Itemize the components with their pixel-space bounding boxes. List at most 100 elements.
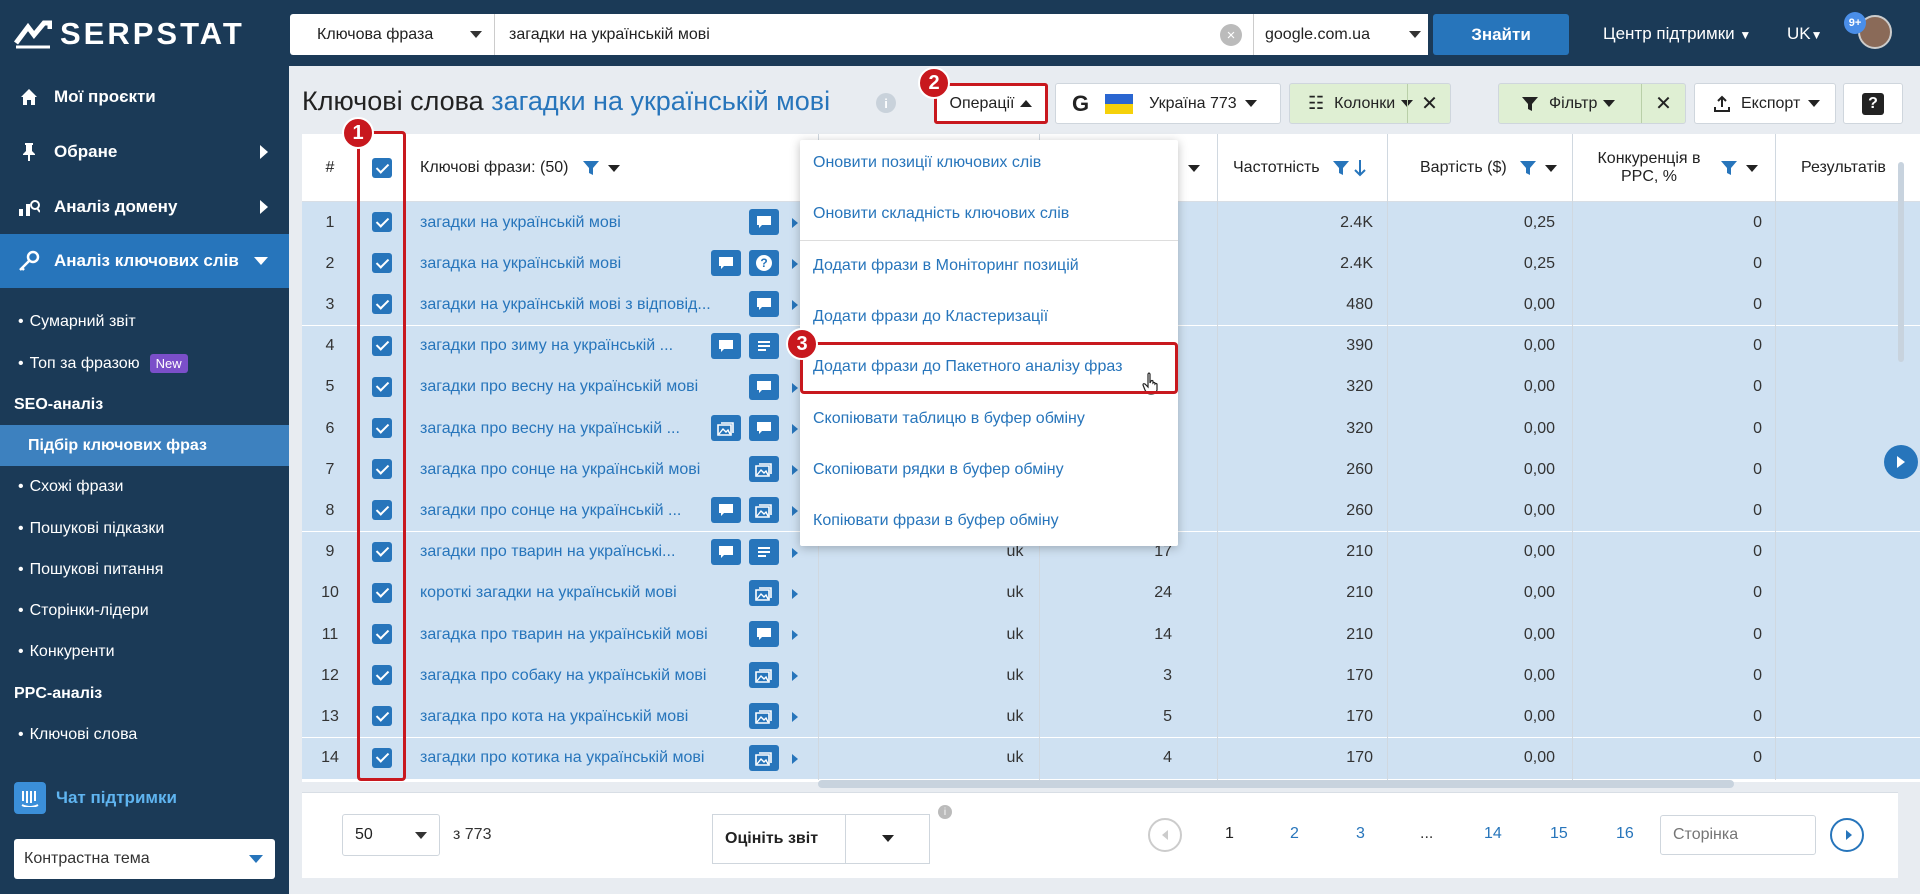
expand-arrow-icon[interactable] bbox=[792, 300, 798, 311]
sidebar-item-questions[interactable]: • Пошукові питання bbox=[0, 549, 289, 590]
next-page-button[interactable] bbox=[1830, 818, 1864, 852]
col-competition-controls[interactable] bbox=[1720, 134, 1758, 202]
page-3[interactable]: 3 bbox=[1356, 825, 1365, 843]
menu-item-copy-phrases[interactable]: Копіювати фрази в буфер обміну bbox=[813, 509, 1059, 533]
filter-icon[interactable] bbox=[582, 159, 600, 177]
sidebar-item-suggestions[interactable]: • Пошукові підказки bbox=[0, 508, 289, 549]
list-icon[interactable] bbox=[749, 538, 779, 565]
expand-arrow-icon[interactable] bbox=[792, 424, 798, 434]
sidebar-item-similar[interactable]: • Схожі фрази bbox=[0, 466, 289, 507]
expand-arrow-icon[interactable] bbox=[792, 588, 798, 599]
sidebar-item-projects[interactable]: Мої проєкти bbox=[0, 69, 289, 124]
col-results-header[interactable]: Результатів bbox=[1801, 134, 1886, 202]
filter-icon[interactable] bbox=[1519, 159, 1537, 177]
page-15[interactable]: 15 bbox=[1550, 825, 1568, 843]
keyword-link[interactable]: загадки про тварин на українські... bbox=[420, 532, 675, 573]
menu-item-update-positions[interactable]: Оновити позиції ключових слів bbox=[813, 151, 1041, 175]
sidebar-item-domain-analysis[interactable]: Аналіз домену bbox=[0, 179, 289, 234]
close-icon[interactable]: ✕ bbox=[1641, 84, 1685, 123]
keyword-link[interactable]: загадка про тварин на українській мові bbox=[420, 614, 708, 655]
col-difficulty-controls[interactable] bbox=[1174, 134, 1204, 202]
serp-feature-chat-icon[interactable] bbox=[749, 373, 779, 400]
col-cost-header[interactable]: Вартість ($) bbox=[1420, 134, 1557, 202]
question-icon[interactable]: ? bbox=[749, 250, 779, 277]
sort-icon[interactable] bbox=[1188, 164, 1200, 172]
clear-icon[interactable]: × bbox=[1220, 24, 1242, 46]
serp-feature-chat-icon[interactable] bbox=[711, 497, 741, 524]
filter-button[interactable]: Фільтр ✕ bbox=[1498, 83, 1686, 124]
expand-arrow-icon[interactable] bbox=[792, 259, 798, 270]
page-2[interactable]: 2 bbox=[1290, 825, 1299, 843]
expand-arrow-icon[interactable] bbox=[792, 630, 798, 640]
col-frequency-header[interactable]: Частотність bbox=[1233, 134, 1366, 202]
serp-feature-chat-icon[interactable] bbox=[749, 209, 779, 235]
page-16[interactable]: 16 bbox=[1616, 825, 1634, 843]
keyword-link[interactable]: короткі загадки на українській мові bbox=[420, 573, 677, 614]
keyword-link[interactable]: загадка про кота на українській мові bbox=[420, 696, 688, 737]
serp-feature-chat-icon[interactable] bbox=[749, 415, 779, 441]
close-icon[interactable]: ✕ bbox=[1407, 84, 1451, 123]
rate-select[interactable] bbox=[845, 815, 931, 863]
keyword-link[interactable]: загадки на українській мові bbox=[420, 202, 621, 243]
sidebar-item-keyword-selection[interactable]: Підбір ключових фраз bbox=[0, 425, 289, 466]
region-select[interactable]: G Україна 773 bbox=[1055, 83, 1281, 124]
expand-arrow-icon[interactable] bbox=[792, 712, 798, 723]
theme-select[interactable]: Контрастна тема bbox=[14, 839, 275, 879]
sort-icon[interactable] bbox=[1746, 164, 1758, 172]
menu-item-add-to-clustering[interactable]: Додати фрази до Кластеризації bbox=[813, 305, 1048, 329]
sidebar-item-keyword-analysis[interactable]: Аналіз ключових слів bbox=[0, 234, 289, 288]
keyword-link[interactable]: загадки про сонце на українській ... bbox=[420, 490, 681, 531]
col-keyword-header[interactable]: Ключові фрази: (50) bbox=[420, 134, 621, 202]
keyword-link[interactable]: загадки про котика на українській мові bbox=[420, 738, 704, 779]
sidebar-item-summary[interactable]: • Сумарний звіт bbox=[0, 301, 289, 342]
sidebar-item-competitors[interactable]: • Конкуренти bbox=[0, 631, 289, 672]
menu-item-copy-rows[interactable]: Скопіювати рядки в буфер обміну bbox=[813, 458, 1064, 482]
sort-icon[interactable] bbox=[608, 164, 621, 172]
keyword-link[interactable]: загадка про сонце на українській мові bbox=[420, 449, 700, 490]
sidebar-item-top-by-phrase[interactable]: • Топ за фразою New bbox=[0, 343, 289, 384]
image-icon[interactable] bbox=[749, 497, 779, 524]
search-input[interactable] bbox=[495, 14, 1253, 55]
sort-desc-icon[interactable] bbox=[1353, 159, 1366, 177]
support-center-menu[interactable]: Центр підтримки ▼ bbox=[1603, 24, 1751, 44]
page-input[interactable] bbox=[1660, 815, 1816, 855]
image-icon[interactable] bbox=[749, 703, 779, 730]
horizontal-scrollbar[interactable] bbox=[818, 780, 1734, 788]
expand-arrow-icon[interactable] bbox=[792, 218, 798, 228]
expand-arrow-icon[interactable] bbox=[792, 506, 798, 517]
scroll-right-button[interactable] bbox=[1884, 445, 1918, 479]
export-button[interactable]: Експорт bbox=[1694, 83, 1836, 124]
sidebar-item-top-pages[interactable]: • Сторінки-лідери bbox=[0, 590, 289, 631]
keyword-link[interactable]: загадки про весну на українській мові bbox=[420, 367, 698, 408]
page-1[interactable]: 1 bbox=[1225, 825, 1234, 843]
expand-arrow-icon[interactable] bbox=[792, 671, 798, 682]
image-icon[interactable] bbox=[749, 662, 779, 689]
image-icon[interactable] bbox=[711, 415, 741, 441]
operations-button[interactable]: Операції bbox=[934, 83, 1048, 124]
sort-icon[interactable] bbox=[1544, 164, 1557, 172]
filter-icon[interactable] bbox=[1720, 159, 1738, 177]
find-button[interactable]: Знайти bbox=[1433, 14, 1569, 55]
serp-feature-chat-icon[interactable] bbox=[711, 538, 741, 565]
expand-arrow-icon[interactable] bbox=[792, 753, 798, 764]
menu-item-copy-table[interactable]: Скопіювати таблицю в буфер обміну bbox=[813, 407, 1085, 431]
sidebar-item-ppc-keywords[interactable]: • Ключові слова bbox=[0, 714, 289, 755]
keyword-link[interactable]: загадка про весну на українській ... bbox=[420, 408, 680, 449]
expand-arrow-icon[interactable] bbox=[792, 547, 798, 558]
help-button[interactable]: ? bbox=[1843, 83, 1903, 124]
image-icon[interactable] bbox=[749, 579, 779, 606]
filter-icon[interactable] bbox=[1332, 159, 1350, 177]
info-icon[interactable]: i bbox=[876, 93, 896, 113]
expand-arrow-icon[interactable] bbox=[792, 465, 798, 476]
sidebar-item-favorites[interactable]: Обране bbox=[0, 124, 289, 179]
language-menu[interactable]: UK▼ bbox=[1787, 24, 1823, 44]
keyword-link[interactable]: загадки на українській мові з відповід..… bbox=[420, 284, 711, 325]
serp-feature-chat-icon[interactable] bbox=[711, 250, 741, 277]
vertical-scrollbar[interactable] bbox=[1898, 162, 1904, 362]
serp-feature-chat-icon[interactable] bbox=[749, 621, 779, 647]
image-icon[interactable] bbox=[749, 456, 779, 483]
page-14[interactable]: 14 bbox=[1484, 825, 1502, 843]
keyword-link[interactable]: загадка про собаку на українській мові bbox=[420, 655, 706, 696]
col-competition-header[interactable]: Конкуренція в PPC, % bbox=[1575, 134, 1723, 202]
search-type-select[interactable]: Ключова фраза bbox=[290, 14, 495, 55]
